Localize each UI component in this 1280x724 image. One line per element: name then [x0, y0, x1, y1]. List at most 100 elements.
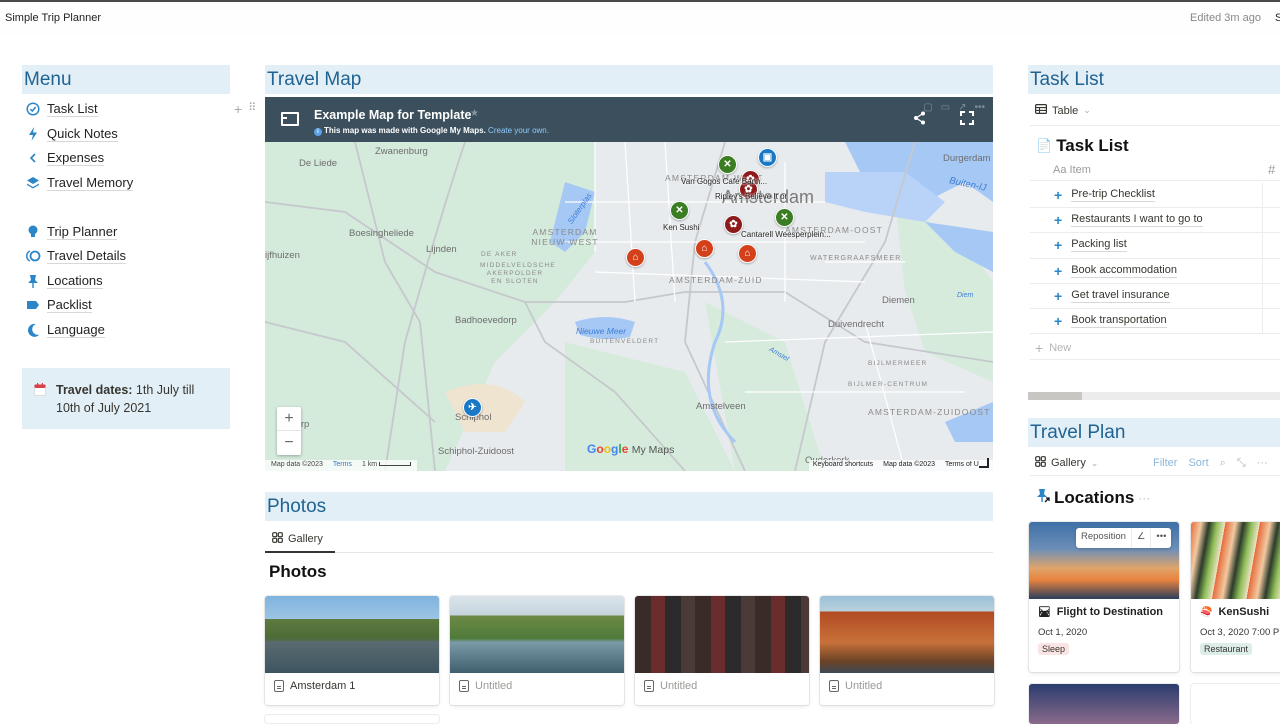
more-icon[interactable]: ···: [1257, 457, 1268, 470]
expand-icon[interactable]: ⤡: [1237, 457, 1246, 470]
map-label: De Liede: [299, 158, 338, 169]
zoom-out-button[interactable]: −: [277, 431, 301, 455]
check-circle-icon: [25, 101, 41, 117]
edit-icon[interactable]: ∠: [1132, 528, 1152, 548]
gallery-view-selector[interactable]: Gallery ⌄: [1035, 456, 1098, 470]
share-icon[interactable]: [913, 111, 926, 128]
travel-map-header: Travel Map: [265, 65, 993, 94]
embedded-map[interactable]: Zwanenburg De Liede Boesingheliede Lijnd…: [265, 97, 993, 471]
table-row[interactable]: + Get travel insurance: [1030, 283, 1280, 309]
photo-card[interactable]: Untitled: [635, 596, 809, 705]
zoom-in-button[interactable]: +: [277, 407, 301, 431]
keyboard-shortcuts-link[interactable]: Keyboard shortcuts: [813, 461, 873, 470]
block-handles[interactable]: + ⠿: [234, 101, 256, 117]
status-tag: Sleep: [1038, 643, 1070, 655]
more-icon[interactable]: •••: [1151, 528, 1171, 548]
table-row[interactable]: + Packing list: [1030, 233, 1280, 259]
table-row[interactable]: + Restaurants I want to go to: [1030, 208, 1280, 234]
search-icon[interactable]: ⌕: [1220, 457, 1226, 470]
reposition-button[interactable]: Reposition: [1076, 528, 1132, 548]
table-row[interactable]: + Book accommodation: [1030, 258, 1280, 284]
restaurant-pin[interactable]: ✕: [718, 155, 737, 174]
menu-item-language[interactable]: Language: [22, 318, 230, 343]
map-attribution-left: Map data ©2023 Terms 1 km: [265, 460, 418, 471]
map-label: Duivendrecht: [828, 319, 884, 330]
menu-item-trip-planner[interactable]: Trip Planner: [22, 219, 230, 244]
column-header-number[interactable]: #: [1268, 162, 1275, 177]
plus-icon: +: [1054, 237, 1063, 254]
menu-item-travel-memory[interactable]: Travel Memory: [22, 171, 230, 196]
horizontal-scrollbar[interactable]: [1028, 392, 1280, 400]
table-row[interactable]: + Book transportation: [1030, 308, 1280, 335]
poi-label[interactable]: Van Gogos Cafe Bann...: [681, 177, 767, 186]
map-attribution-right: Keyboard shortcuts Map data ©2023 Terms …: [808, 460, 993, 471]
home-pin[interactable]: ⌂: [695, 239, 714, 258]
menu-item-expenses[interactable]: Expenses: [22, 146, 230, 171]
train-station-pin[interactable]: ▣: [758, 148, 777, 167]
table-row[interactable]: + Pre-trip Checklist: [1030, 183, 1280, 209]
menu-item-label: Travel Details: [47, 248, 126, 265]
travel-plan-header: Travel Plan: [1028, 418, 1280, 447]
page-breadcrumb[interactable]: Simple Trip Planner: [5, 12, 101, 24]
terms-of-use-link[interactable]: Terms of Use: [945, 461, 979, 470]
photos-view-tabs: Gallery: [265, 527, 993, 553]
fullscreen-icon[interactable]: [960, 111, 974, 125]
more-icon[interactable]: •••: [974, 102, 985, 113]
add-block-icon[interactable]: +: [234, 101, 242, 117]
photo-card[interactable]: Untitled: [820, 596, 994, 705]
restaurant-pin[interactable]: ✕: [670, 201, 689, 220]
restaurant-pin[interactable]: ✕: [775, 208, 794, 227]
cover-toolbar: Reposition ∠ •••: [1076, 528, 1172, 548]
filter-button[interactable]: Filter: [1153, 457, 1177, 470]
home-pin[interactable]: ⌂: [738, 244, 757, 263]
star-icon[interactable]: ★: [470, 108, 479, 119]
page-icon: [274, 680, 284, 692]
more-icon[interactable]: ···: [1138, 491, 1150, 505]
task-list-db-title[interactable]: 📄 Task List: [1036, 136, 1129, 156]
chevron-left-icon: [25, 150, 41, 166]
map-label: Diem: [957, 292, 974, 299]
menu-item-task-list[interactable]: Task List: [22, 97, 230, 122]
locations-db-title[interactable]: Locations ···: [1036, 488, 1150, 508]
location-card[interactable]: 🍣 KenSushi Oct 3, 2020 7:00 PM Restaurant: [1191, 522, 1280, 672]
lightning-icon: [25, 126, 41, 142]
scrollbar-thumb[interactable]: [1028, 392, 1082, 400]
photo-card[interactable]: Amsterdam 1: [265, 596, 439, 705]
sort-button[interactable]: Sort: [1188, 457, 1208, 470]
airport-pin[interactable]: ✈: [463, 398, 482, 417]
view-actions: Filter Sort ⌕ ⤡ ···: [1153, 457, 1268, 470]
menu-list: Task List Quick Notes Expenses Travel Me…: [22, 97, 230, 342]
linked-pin-icon: [1036, 488, 1050, 508]
column-header-item[interactable]: Aa Item: [1053, 164, 1091, 176]
map-canvas[interactable]: Zwanenburg De Liede Boesingheliede Lijnd…: [265, 142, 993, 471]
home-pin[interactable]: ⌂: [626, 248, 645, 267]
google-my-maps-logo: Google My Maps: [587, 442, 675, 456]
poi-label[interactable]: Ken Sushi: [663, 223, 699, 232]
map-label: Boesingheliede: [349, 228, 414, 239]
tab-gallery[interactable]: Gallery: [265, 527, 335, 553]
card-caption: Amsterdam 1: [265, 673, 439, 699]
gallery-icon: [1035, 456, 1046, 470]
poi-label[interactable]: Cantarell Weesperplein...: [741, 230, 831, 239]
photo-card[interactable]: [265, 715, 439, 723]
photo-card[interactable]: Untitled: [450, 596, 624, 705]
display-icon[interactable]: ▭: [941, 102, 950, 113]
menu-item-quick-notes[interactable]: Quick Notes: [22, 122, 230, 147]
resize-handle[interactable]: [979, 458, 989, 468]
menu-item-packlist[interactable]: Packlist: [22, 293, 230, 318]
location-card[interactable]: [1191, 684, 1280, 724]
share-button[interactable]: S: [1275, 12, 1280, 24]
location-card[interactable]: [1029, 684, 1179, 724]
map-legend-toggle-icon[interactable]: [281, 112, 299, 126]
table-view-selector[interactable]: Table ⌄: [1035, 104, 1091, 117]
terms-link[interactable]: Terms: [333, 461, 352, 470]
drag-handle-icon[interactable]: ⠿: [248, 101, 256, 117]
menu-item-label: Language: [47, 322, 105, 339]
plus-icon: +: [1054, 313, 1063, 330]
poi-label[interactable]: Ripley's Believe It or: [715, 192, 787, 201]
menu-item-locations[interactable]: Locations: [22, 269, 230, 294]
menu-item-label: Travel Memory: [47, 175, 134, 192]
create-your-own-link[interactable]: Create your own.: [488, 126, 549, 135]
new-row-button[interactable]: + New: [1030, 336, 1280, 360]
menu-item-travel-details[interactable]: Travel Details: [22, 244, 230, 269]
